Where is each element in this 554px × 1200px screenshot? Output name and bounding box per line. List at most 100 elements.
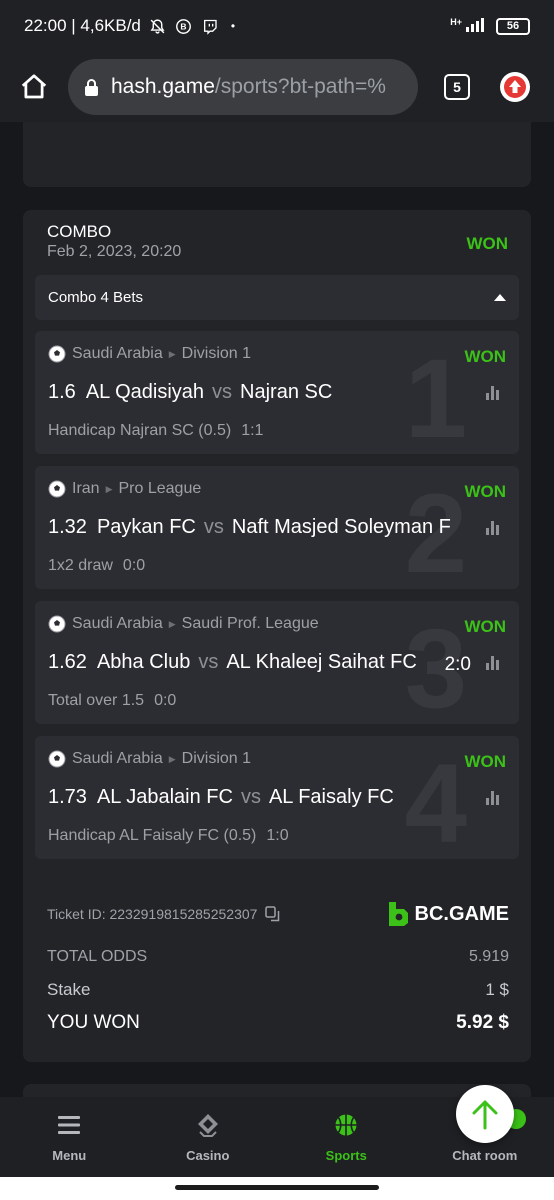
browser-toolbar: hash.game/sports?bt-path=% 5 <box>0 52 554 122</box>
leg-pick-market: 1x2 draw <box>48 557 113 574</box>
bet-date: Feb 2, 2023, 20:20 <box>47 243 182 260</box>
svg-text:B: B <box>181 21 187 31</box>
gesture-handle[interactable] <box>175 1185 379 1190</box>
leg-pick-market: Total over 1.5 <box>48 692 145 709</box>
leg-odds: 1.6 <box>48 381 76 403</box>
soccer-ball-icon <box>48 615 66 633</box>
leg-home-team: AL Jabalain FC <box>96 786 233 808</box>
soccer-ball-icon <box>48 480 66 498</box>
stats-icon[interactable] <box>486 656 503 670</box>
network-type: H+ <box>450 17 462 27</box>
you-won-label: YOU WON <box>47 1012 140 1033</box>
stake-value: 1 $ <box>485 980 509 999</box>
leg-match: 1.32 Paykan FC vs Naft Masjed Soleyman F <box>48 516 488 539</box>
leg-match: 1.73 AL Jabalain FC vs AL Faisaly FC <box>48 786 488 809</box>
leg-home-team: Abha Club <box>96 651 191 673</box>
nav-sports[interactable]: Sports <box>277 1097 416 1177</box>
leg-status-badge: WON <box>464 752 506 771</box>
leg-home-team: AL Qadisiyah <box>85 381 205 403</box>
leg-odds: 1.62 <box>48 651 87 673</box>
combo-toggle[interactable]: Combo 4 Bets <box>35 275 519 320</box>
leg-match: 1.6 AL Qadisiyah vs Najran SC <box>48 381 488 404</box>
nav-menu[interactable]: Menu <box>0 1097 139 1177</box>
leg-league-name: Saudi Prof. League <box>181 615 319 632</box>
upload-extension-icon[interactable] <box>500 72 530 102</box>
soccer-ball-icon <box>48 750 66 768</box>
leg-pick-market: Handicap Najran SC (0.5) <box>48 422 232 439</box>
status-time-speed: 22:00 | 4,6KB/d <box>24 16 141 35</box>
leg-country: Saudi Arabia <box>72 615 163 632</box>
leg-away-team: Najran SC <box>240 381 333 403</box>
you-won-value: 5.92 $ <box>456 1012 509 1033</box>
leg-pick-score: 1:1 <box>241 422 264 439</box>
stats-icon[interactable] <box>486 386 503 400</box>
bet-status-badge: WON <box>466 234 508 253</box>
status-left: 22:00 | 4,6KB/d B • <box>24 16 235 36</box>
soccer-ball-icon <box>48 345 66 363</box>
stats-icon[interactable] <box>486 791 503 805</box>
leg-status-badge: WON <box>464 347 506 366</box>
status-right: H+ 56 <box>450 16 530 37</box>
lock-icon <box>84 78 99 97</box>
url-host: hash.game <box>111 75 215 98</box>
leg-pick: Handicap Najran SC (0.5) 1:1 <box>48 422 263 440</box>
scroll-top-button[interactable] <box>456 1085 514 1143</box>
leg-away-team: Naft Masjed Soleyman F <box>231 516 451 538</box>
leg-league: Saudi Arabia ▶ Saudi Prof. League <box>48 615 319 633</box>
nav-menu-label: Menu <box>52 1147 87 1163</box>
leg-league-name: Pro League <box>118 480 202 497</box>
nav-casino[interactable]: Casino <box>139 1097 278 1177</box>
leg-pick-market: Handicap AL Faisaly FC (0.5) <box>48 827 257 844</box>
leg-vs: vs <box>203 516 224 538</box>
status-dot: • <box>230 19 236 33</box>
leg-country: Iran <box>72 480 100 497</box>
menu-icon <box>56 1112 82 1138</box>
previous-bet-card <box>23 122 531 187</box>
caret-right-icon: ▶ <box>168 618 176 629</box>
leg-odds: 1.73 <box>48 786 87 808</box>
leg-country: Saudi Arabia <box>72 345 163 362</box>
copy-icon[interactable] <box>265 906 281 922</box>
ticket-id: Ticket ID: 2232919815285252307 <box>47 906 258 922</box>
leg-league-name: Division 1 <box>181 345 252 362</box>
url-path: /sports?bt-path=% <box>214 75 386 98</box>
bc-game-logo: BC.GAME <box>387 901 509 927</box>
leg-vs: vs <box>198 651 219 673</box>
basketball-icon <box>333 1112 359 1138</box>
nav-chat-label: Chat room <box>452 1147 518 1163</box>
status-bar: 22:00 | 4,6KB/d B • H+ 56 <box>0 0 554 52</box>
leg-card[interactable]: 4 Saudi Arabia ▶ Division 1 WON 1.73 AL … <box>35 736 519 859</box>
leg-final-score: 2:0 <box>444 654 471 675</box>
nav-casino-label: Casino <box>186 1147 230 1163</box>
battery-icon: 56 <box>496 17 530 35</box>
total-odds-value: 5.919 <box>468 948 509 965</box>
you-won-row: YOU WON 5.92 $ <box>47 1012 509 1034</box>
address-bar[interactable]: hash.game/sports?bt-path=% <box>68 59 418 115</box>
page-content: COMBO Feb 2, 2023, 20:20 WON Combo 4 Bet… <box>0 122 554 1097</box>
leg-vs: vs <box>212 381 233 403</box>
leg-pick-score: 1:0 <box>266 827 289 844</box>
tab-count-button[interactable]: 5 <box>444 74 470 100</box>
leg-league: Iran ▶ Pro League <box>48 480 201 498</box>
stats-icon[interactable] <box>486 521 503 535</box>
stake-label: Stake <box>47 980 91 999</box>
leg-match: 1.62 Abha Club vs AL Khaleej Saihat FC <box>48 651 448 674</box>
bell-off-icon <box>149 17 167 35</box>
caret-right-icon: ▶ <box>105 483 113 494</box>
signal-icon <box>466 16 488 37</box>
system-gesture-area <box>0 1177 554 1200</box>
casino-icon <box>195 1112 221 1138</box>
next-bet-card <box>23 1084 531 1097</box>
combo-label: Combo 4 Bets <box>48 289 144 306</box>
leg-card[interactable]: 3 Saudi Arabia ▶ Saudi Prof. League WON … <box>35 601 519 724</box>
leg-pick: Total over 1.5 0:0 <box>48 692 176 710</box>
leg-card[interactable]: 1 Saudi Arabia ▶ Division 1 WON 1.6 AL Q… <box>35 331 519 454</box>
total-odds-row: TOTAL ODDS 5.919 <box>47 948 509 966</box>
caret-right-icon: ▶ <box>168 348 176 359</box>
bc-game-logo-mark <box>387 901 409 927</box>
leg-card[interactable]: 2 Iran ▶ Pro League WON 1.32 Paykan FC v… <box>35 466 519 589</box>
home-icon[interactable] <box>16 69 52 105</box>
bet-type: COMBO <box>47 222 112 241</box>
leg-pick: Handicap AL Faisaly FC (0.5) 1:0 <box>48 827 289 845</box>
leg-status-badge: WON <box>464 482 506 501</box>
